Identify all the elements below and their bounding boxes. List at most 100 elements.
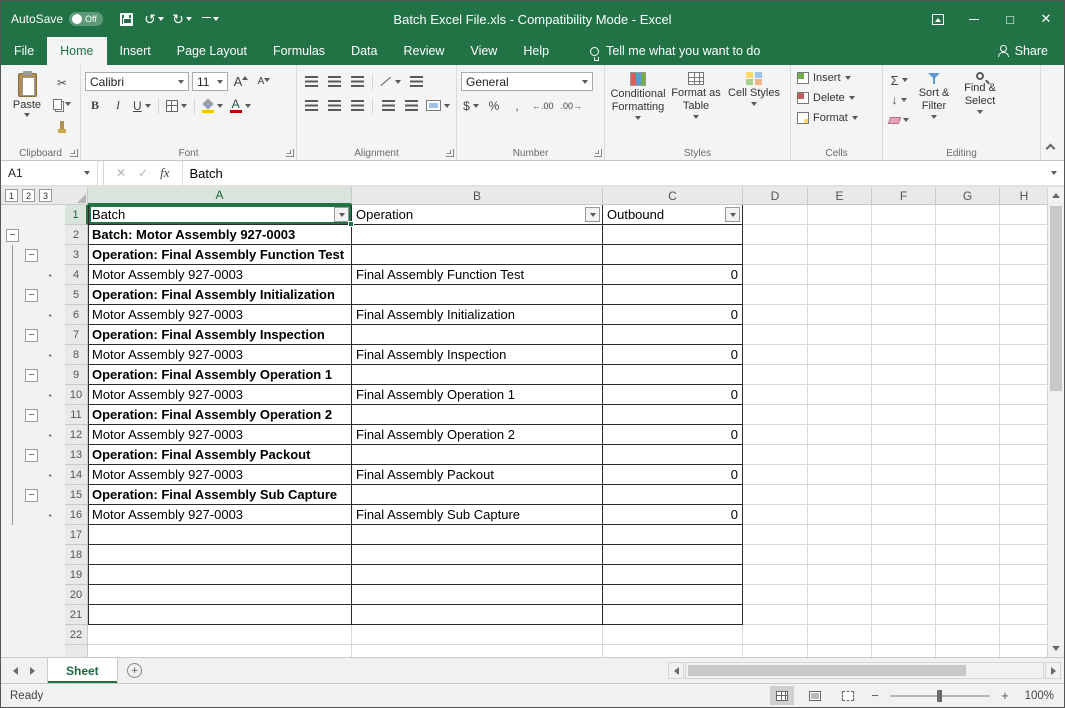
cell-D[interactable] — [743, 645, 808, 657]
decrease-decimal-button[interactable]: .00→ — [559, 97, 585, 115]
fill-button[interactable]: ↓ — [887, 91, 911, 109]
cell-A19[interactable] — [88, 565, 352, 585]
cell-B21[interactable] — [352, 605, 603, 625]
cell-G9[interactable] — [936, 365, 1000, 385]
cell-D5[interactable] — [743, 285, 808, 305]
paste-button[interactable]: Paste — [5, 68, 49, 144]
cell-E1[interactable] — [808, 205, 872, 225]
row-header-7[interactable]: 7 — [65, 325, 88, 345]
column-header-G[interactable]: G — [936, 187, 1000, 205]
outline-level-button-1[interactable]: 1 — [5, 189, 18, 202]
font-dialog-launcher[interactable] — [286, 149, 294, 157]
cell-A16[interactable]: Motor Assembly 927-0003 — [88, 505, 352, 525]
minimize-button[interactable] — [956, 1, 992, 37]
cell-F17[interactable] — [872, 525, 936, 545]
tab-help[interactable]: Help — [510, 37, 562, 65]
cell-C9[interactable] — [603, 365, 743, 385]
cell-styles-button[interactable]: Cell Styles — [725, 68, 783, 144]
cell-G15[interactable] — [936, 485, 1000, 505]
cell-F6[interactable] — [872, 305, 936, 325]
row-header-filler[interactable] — [65, 645, 88, 657]
cell-F5[interactable] — [872, 285, 936, 305]
tab-data[interactable]: Data — [338, 37, 390, 65]
cell-G4[interactable] — [936, 265, 1000, 285]
cell-F18[interactable] — [872, 545, 936, 565]
cell-F1[interactable] — [872, 205, 936, 225]
cell-B7[interactable] — [352, 325, 603, 345]
cell-D8[interactable] — [743, 345, 808, 365]
cell-F4[interactable] — [872, 265, 936, 285]
cell-E2[interactable] — [808, 225, 872, 245]
cell-G6[interactable] — [936, 305, 1000, 325]
cell-H11[interactable] — [1000, 405, 1047, 425]
cell-H3[interactable] — [1000, 245, 1047, 265]
font-color-button[interactable]: A — [228, 97, 253, 115]
cell-C7[interactable] — [603, 325, 743, 345]
cell-H22[interactable] — [1000, 625, 1047, 645]
row-header-20[interactable]: 20 — [65, 585, 88, 605]
horizontal-scrollbar[interactable] — [668, 658, 1064, 683]
cell-G3[interactable] — [936, 245, 1000, 265]
row-header-3[interactable]: 3 — [65, 245, 88, 265]
cell-H4[interactable] — [1000, 265, 1047, 285]
cell-E4[interactable] — [808, 265, 872, 285]
cell-C13[interactable] — [603, 445, 743, 465]
cell-H12[interactable] — [1000, 425, 1047, 445]
cell-H15[interactable] — [1000, 485, 1047, 505]
cell-D6[interactable] — [743, 305, 808, 325]
format-painter-button[interactable] — [51, 116, 73, 134]
cell-E13[interactable] — [808, 445, 872, 465]
filter-button-B1[interactable] — [585, 207, 600, 222]
row-header-5[interactable]: 5 — [65, 285, 88, 305]
cell-B19[interactable] — [352, 565, 603, 585]
underline-button[interactable]: U — [131, 97, 153, 115]
cell-C17[interactable] — [603, 525, 743, 545]
cell-H5[interactable] — [1000, 285, 1047, 305]
outline-collapse-button[interactable]: − — [6, 229, 19, 242]
cell-B13[interactable] — [352, 445, 603, 465]
cell-G12[interactable] — [936, 425, 1000, 445]
font-size-combobox[interactable]: 11 — [192, 72, 228, 91]
autosum-button[interactable]: Σ — [887, 71, 911, 89]
cell-C1[interactable]: Outbound — [603, 205, 743, 225]
autosave-switch[interactable]: Off — [69, 12, 103, 26]
outline-level-button-2[interactable]: 2 — [22, 189, 35, 202]
column-header-C[interactable]: C — [603, 187, 743, 205]
cell-C3[interactable] — [603, 245, 743, 265]
row-header-1[interactable]: 1 — [65, 205, 88, 225]
tab-insert[interactable]: Insert — [107, 37, 164, 65]
outline-collapse-button[interactable]: − — [25, 449, 38, 462]
cell-E5[interactable] — [808, 285, 872, 305]
cell-F[interactable] — [872, 645, 936, 657]
cell-A7[interactable]: Operation: Final Assembly Inspection — [88, 325, 352, 345]
row-header-18[interactable]: 18 — [65, 545, 88, 565]
cell-D1[interactable] — [743, 205, 808, 225]
row-header-11[interactable]: 11 — [65, 405, 88, 425]
cell-E16[interactable] — [808, 505, 872, 525]
format-as-table-button[interactable]: Format as Table — [667, 68, 725, 144]
enter-button[interactable]: ✓ — [138, 166, 148, 180]
find-select-button[interactable]: Find & Select — [957, 68, 1003, 144]
cut-button[interactable]: ✂ — [51, 74, 73, 92]
borders-button[interactable] — [164, 97, 189, 115]
cell-B4[interactable]: Final Assembly Function Test — [352, 265, 603, 285]
cell-H18[interactable] — [1000, 545, 1047, 565]
cell-E3[interactable] — [808, 245, 872, 265]
cell-C15[interactable] — [603, 485, 743, 505]
cell-D4[interactable] — [743, 265, 808, 285]
cell-H[interactable] — [1000, 645, 1047, 657]
autosave-toggle[interactable]: AutoSave Off — [1, 12, 113, 26]
cell-G19[interactable] — [936, 565, 1000, 585]
horizontal-scrollbar-thumb[interactable] — [688, 665, 966, 676]
row-header-6[interactable]: 6 — [65, 305, 88, 325]
orientation-button[interactable] — [378, 73, 403, 91]
cell-E[interactable] — [808, 645, 872, 657]
cell-C21[interactable] — [603, 605, 743, 625]
cell-A[interactable] — [88, 645, 352, 657]
cell-H13[interactable] — [1000, 445, 1047, 465]
clear-button[interactable] — [887, 111, 911, 129]
cell-F3[interactable] — [872, 245, 936, 265]
cell-F7[interactable] — [872, 325, 936, 345]
ribbon-display-options-button[interactable] — [920, 1, 956, 37]
cell-H19[interactable] — [1000, 565, 1047, 585]
